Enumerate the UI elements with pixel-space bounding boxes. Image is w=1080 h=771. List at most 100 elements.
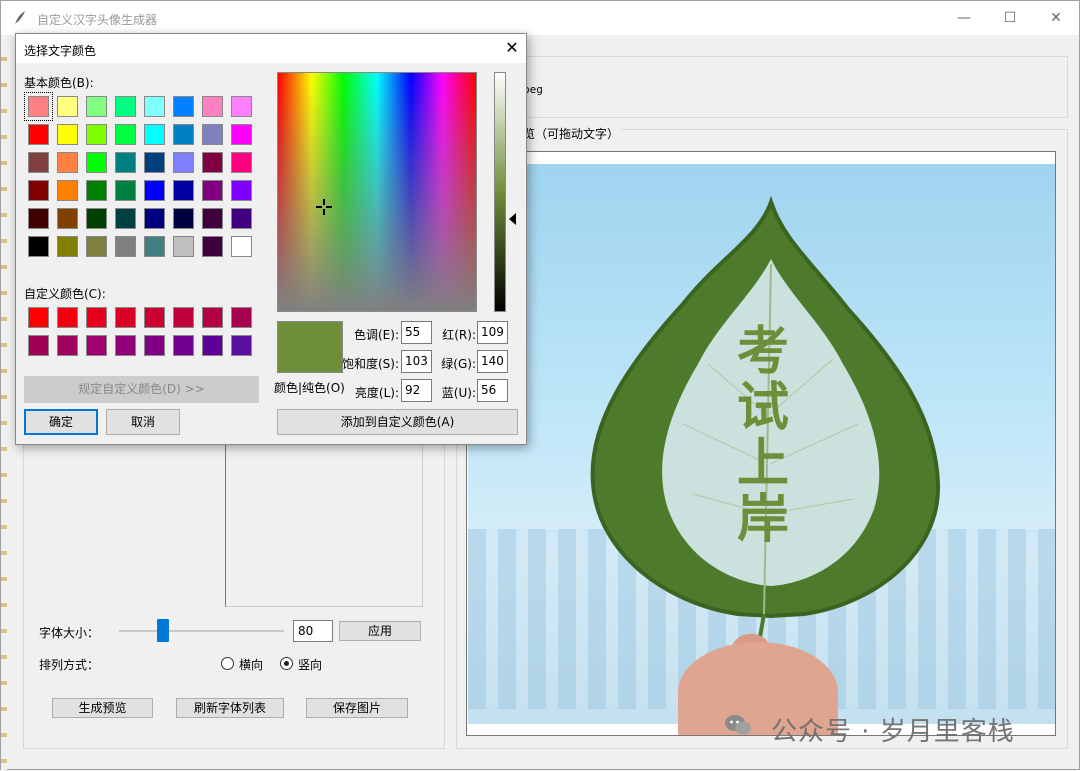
basic-color-swatch[interactable]: [202, 208, 223, 229]
generate-preview-button[interactable]: 生成预览: [52, 698, 153, 718]
ok-button[interactable]: 确定: [24, 409, 98, 435]
custom-color-swatch[interactable]: [28, 335, 49, 356]
basic-color-swatch[interactable]: [86, 180, 107, 201]
basic-color-swatch[interactable]: [144, 180, 165, 201]
custom-color-swatch[interactable]: [86, 307, 107, 328]
basic-color-swatch[interactable]: [86, 124, 107, 145]
font-size-input[interactable]: 80: [293, 620, 333, 642]
green-field[interactable]: 140: [477, 350, 508, 373]
custom-color-swatch[interactable]: [57, 335, 78, 356]
basic-color-swatch[interactable]: [144, 236, 165, 257]
custom-color-swatch[interactable]: [144, 307, 165, 328]
basic-color-swatch[interactable]: [28, 236, 49, 257]
basic-color-swatch[interactable]: [202, 180, 223, 201]
luminance-field[interactable]: 92: [401, 379, 432, 402]
basic-color-swatch[interactable]: [231, 124, 252, 145]
cancel-button[interactable]: 取消: [106, 409, 180, 435]
basic-color-swatch[interactable]: [115, 152, 136, 173]
red-field[interactable]: 109: [477, 321, 508, 344]
define-custom-colors-button[interactable]: 规定自定义颜色(D) >>: [24, 376, 259, 403]
custom-color-swatch[interactable]: [144, 335, 165, 356]
basic-color-swatch[interactable]: [202, 124, 223, 145]
basic-color-swatch[interactable]: [115, 208, 136, 229]
basic-color-swatch[interactable]: [173, 180, 194, 201]
hue-field[interactable]: 55: [401, 321, 432, 344]
basic-color-swatch[interactable]: [173, 152, 194, 173]
luminance-bar[interactable]: [494, 72, 506, 312]
basic-color-swatch[interactable]: [144, 124, 165, 145]
basic-color-swatch[interactable]: [86, 236, 107, 257]
basic-color-swatch[interactable]: [173, 208, 194, 229]
basic-color-swatch[interactable]: [231, 208, 252, 229]
basic-color-swatch[interactable]: [115, 96, 136, 117]
refresh-fonts-button[interactable]: 刷新字体列表: [176, 698, 284, 718]
custom-color-swatch[interactable]: [173, 307, 194, 328]
custom-color-swatch[interactable]: [86, 335, 107, 356]
minimize-icon[interactable]: —: [941, 1, 987, 35]
close-icon[interactable]: ✕: [500, 37, 524, 59]
basic-color-swatch[interactable]: [57, 208, 78, 229]
custom-color-swatch[interactable]: [115, 307, 136, 328]
basic-color-swatch[interactable]: [144, 208, 165, 229]
basic-color-swatch[interactable]: [231, 180, 252, 201]
basic-color-swatch[interactable]: [144, 96, 165, 117]
custom-color-swatch[interactable]: [202, 335, 223, 356]
preview-canvas[interactable]: 考 试 上 岸: [466, 151, 1056, 736]
saturation-field[interactable]: 103: [401, 350, 432, 373]
vertical-label[interactable]: 竖向: [298, 656, 322, 673]
basic-color-swatch[interactable]: [115, 124, 136, 145]
basic-color-swatch[interactable]: [231, 96, 252, 117]
maximize-icon[interactable]: ☐: [987, 1, 1033, 35]
basic-color-swatch[interactable]: [202, 152, 223, 173]
custom-color-swatch[interactable]: [202, 307, 223, 328]
draggable-text[interactable]: 考 试 上 岸: [733, 324, 793, 548]
slider-thumb[interactable]: [157, 619, 170, 642]
basic-color-swatch[interactable]: [57, 236, 78, 257]
basic-color-swatch[interactable]: [28, 96, 49, 117]
horizontal-label[interactable]: 横向: [239, 656, 263, 673]
basic-color-swatch[interactable]: [173, 96, 194, 117]
basic-color-swatch[interactable]: [57, 96, 78, 117]
dialog-titlebar[interactable]: 选择文字颜色 ✕: [16, 34, 526, 63]
basic-color-swatch[interactable]: [202, 236, 223, 257]
color-spectrum[interactable]: [277, 72, 477, 312]
basic-color-swatch[interactable]: [144, 152, 165, 173]
vertical-radio[interactable]: [280, 657, 293, 670]
basic-color-swatch[interactable]: [173, 236, 194, 257]
custom-color-swatch[interactable]: [115, 335, 136, 356]
luminance-arrow-icon[interactable]: [509, 213, 516, 225]
blue-field[interactable]: 56: [477, 379, 508, 402]
red-label: 红(R):: [442, 328, 476, 342]
basic-color-swatch[interactable]: [115, 180, 136, 201]
basic-color-swatch[interactable]: [231, 236, 252, 257]
dialog-title: 选择文字颜色: [24, 44, 97, 58]
basic-color-swatch[interactable]: [115, 236, 136, 257]
basic-color-swatch[interactable]: [57, 180, 78, 201]
basic-color-swatch[interactable]: [28, 152, 49, 173]
basic-color-swatch[interactable]: [28, 208, 49, 229]
basic-color-swatch[interactable]: [28, 124, 49, 145]
basic-color-swatch[interactable]: [57, 124, 78, 145]
basic-color-swatch[interactable]: [86, 208, 107, 229]
basic-color-swatch[interactable]: [57, 152, 78, 173]
apply-button[interactable]: 应用: [339, 621, 421, 641]
custom-color-swatch[interactable]: [231, 307, 252, 328]
custom-color-swatch[interactable]: [57, 307, 78, 328]
save-image-button[interactable]: 保存图片: [306, 698, 408, 718]
basic-color-swatch[interactable]: [86, 152, 107, 173]
basic-color-swatch[interactable]: [28, 180, 49, 201]
horizontal-radio[interactable]: [221, 657, 234, 670]
close-icon[interactable]: ✕: [1033, 1, 1079, 35]
font-listbox[interactable]: [225, 444, 423, 607]
basic-color-swatch[interactable]: [231, 152, 252, 173]
custom-color-swatch[interactable]: [231, 335, 252, 356]
basic-color-swatch[interactable]: [86, 96, 107, 117]
basic-color-swatch[interactable]: [173, 124, 194, 145]
custom-color-swatch[interactable]: [28, 307, 49, 328]
crosshair-icon[interactable]: [316, 199, 332, 215]
font-size-slider[interactable]: [119, 630, 284, 632]
add-to-custom-colors-button[interactable]: 添加到自定义颜色(A): [277, 409, 518, 435]
custom-color-swatch[interactable]: [173, 335, 194, 356]
basic-color-swatch[interactable]: [202, 96, 223, 117]
main-titlebar[interactable]: 自定义汉字头像生成器 — ☐ ✕: [1, 1, 1079, 35]
